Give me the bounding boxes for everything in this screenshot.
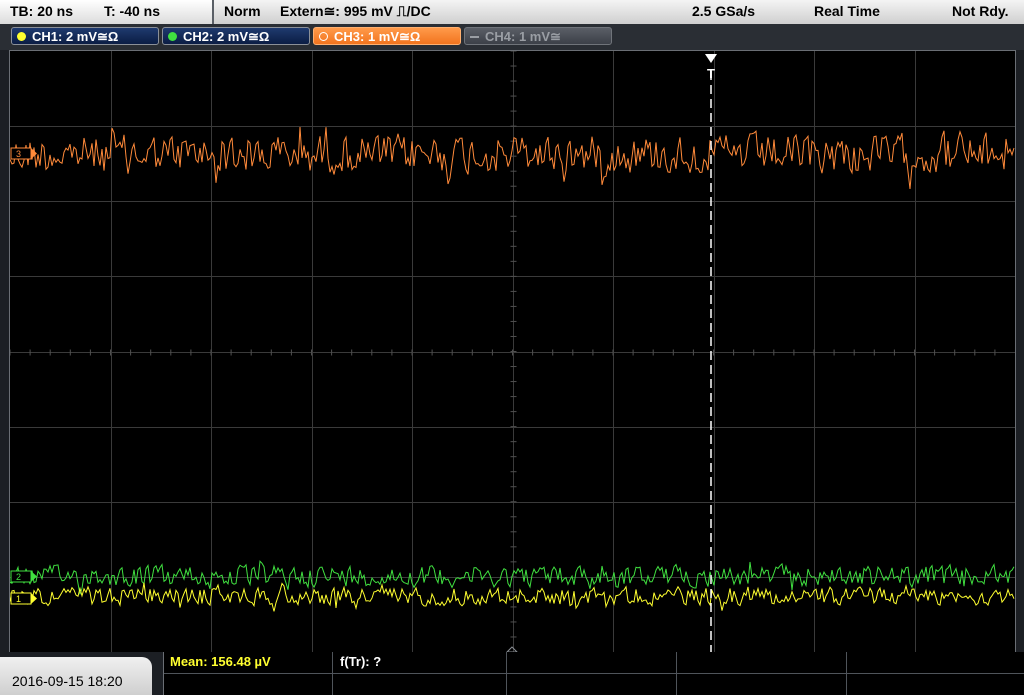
channel-2-marker-label: 2: [16, 572, 21, 582]
channel-1-button[interactable]: CH1: 2 mV≅Ω: [11, 27, 159, 45]
channel-2-offset-marker[interactable]: 2: [10, 570, 37, 583]
datetime-box: 2016-09-15 18:20: [0, 657, 152, 695]
trigger-position-icon[interactable]: [705, 54, 717, 63]
channel-3-offset-marker[interactable]: 3: [10, 147, 37, 160]
channel-1-marker-label: 1: [16, 594, 21, 604]
status-bar: TB: 20 ns T: -40 ns Norm Extern≅: 995 mV…: [0, 0, 1024, 26]
channel-1-label: CH1: 2 mV≅Ω: [32, 29, 119, 44]
measurement-divider: [846, 652, 847, 695]
measurement-divider: [676, 652, 677, 695]
channel-2-label: CH2: 2 mV≅Ω: [183, 29, 270, 44]
channel-3-waveform: [9, 126, 1015, 189]
acquisition-mode-label: Real Time: [814, 3, 880, 19]
measurement-divider: [164, 673, 1024, 674]
waveform-display[interactable]: T 3 2 1: [9, 50, 1016, 653]
sample-rate-label: 2.5 GSa/s: [692, 3, 756, 19]
timebase-box[interactable]: TB: 20 ns T: -40 ns: [0, 0, 214, 24]
waveform-plot: T 3 2 1: [9, 50, 1015, 653]
trigger-position-label: T: -40 ns: [104, 3, 161, 19]
measurement-divider: [332, 652, 333, 695]
ftr-measurement: f(Tr): ?: [340, 654, 382, 669]
channel-4-button[interactable]: CH4: 1 mV≅: [464, 27, 612, 45]
channel-4-label: CH4: 1 mV≅: [485, 29, 561, 44]
channel-bar: CH1: 2 mV≅Ω CH2: 2 mV≅Ω CH3: 1 mV≅Ω CH4:…: [0, 24, 1024, 50]
mean-measurement: Mean: 156.48 µV: [170, 654, 271, 669]
channel-2-button[interactable]: CH2: 2 mV≅Ω: [162, 27, 310, 45]
trigger-settings-box[interactable]: Norm Extern≅: 995 mV ⎍/DC 2.5 GSa/s Real…: [214, 0, 1024, 26]
timebase-label: TB: 20 ns: [10, 3, 74, 19]
graticule: [9, 50, 1015, 653]
channel-4-indicator-icon: [470, 36, 479, 38]
channel-3-label: CH3: 1 mV≅Ω: [334, 29, 421, 44]
trigger-source-label: Extern≅: 995 mV ⎍/DC: [280, 3, 431, 19]
measurement-panel[interactable]: Mean: 156.48 µV f(Tr): ?: [163, 652, 1024, 695]
channel-3-button[interactable]: CH3: 1 mV≅Ω: [313, 27, 461, 45]
trigger-mode-label: Norm: [224, 3, 261, 19]
channel-3-marker-label: 3: [16, 149, 21, 159]
channel-2-indicator-icon: [168, 32, 177, 41]
datetime-label: 2016-09-15 18:20: [12, 673, 123, 689]
channel-3-indicator-icon: [319, 32, 328, 41]
trigger-marker-label: T: [707, 66, 715, 81]
measurement-divider: [506, 652, 507, 695]
channel-1-indicator-icon: [17, 32, 26, 41]
acquisition-state-label: Not Rdy.: [952, 3, 1009, 19]
